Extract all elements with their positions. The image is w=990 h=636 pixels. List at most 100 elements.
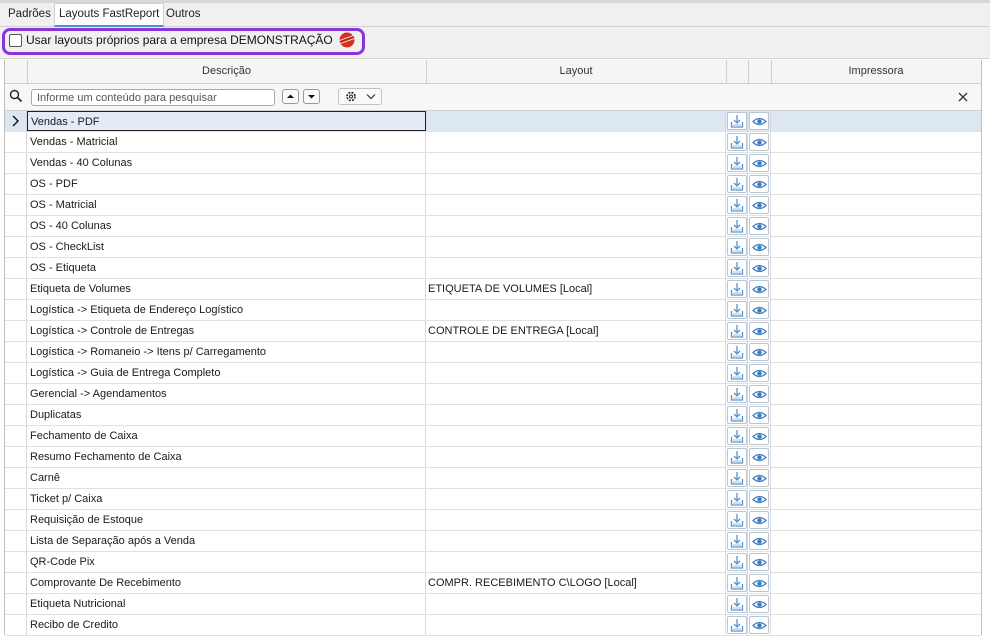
table-row[interactable]: Logística -> Guia de Entrega Completo [5, 363, 981, 384]
cell-descricao[interactable]: Vendas - PDF [27, 111, 426, 131]
cell-descricao[interactable]: Logística -> Etiqueta de Endereço Logíst… [27, 300, 426, 320]
download-tray-icon[interactable] [727, 574, 747, 592]
table-row[interactable]: OS - CheckList [5, 237, 981, 258]
header-action-2[interactable] [748, 60, 772, 83]
cell-impressora[interactable] [771, 237, 981, 257]
header-impressora[interactable]: Impressora [771, 60, 981, 83]
header-action-1[interactable] [726, 60, 749, 83]
download-tray-icon[interactable] [727, 406, 747, 424]
cell-descricao[interactable]: Etiqueta Nutricional [27, 594, 426, 614]
table-row[interactable]: Etiqueta Nutricional [5, 594, 981, 615]
download-tray-icon[interactable] [727, 595, 747, 613]
eye-icon[interactable] [749, 406, 769, 424]
cell-layout[interactable]: ETIQUETA DE VOLUMES [Local] [426, 279, 726, 299]
table-row[interactable]: Vendas - Matricial [5, 132, 981, 153]
cell-impressora[interactable] [771, 594, 981, 614]
cell-descricao[interactable]: Vendas - 40 Colunas [27, 153, 426, 173]
cell-descricao[interactable]: OS - CheckList [27, 237, 426, 257]
cell-descricao[interactable]: Gerencial -> Agendamentos [27, 384, 426, 404]
download-tray-icon[interactable] [727, 364, 747, 382]
cell-layout[interactable] [426, 426, 726, 446]
sort-down-button[interactable] [303, 89, 320, 104]
cell-layout[interactable] [426, 237, 726, 257]
cell-impressora[interactable] [771, 279, 981, 299]
cell-layout[interactable] [426, 594, 726, 614]
cell-layout[interactable] [426, 489, 726, 509]
magnifier-icon[interactable] [9, 89, 23, 106]
download-tray-icon[interactable] [727, 280, 747, 298]
eye-icon[interactable] [749, 112, 769, 130]
tab-outros[interactable]: Outros [162, 3, 205, 25]
eye-icon[interactable] [749, 196, 769, 214]
table-row[interactable]: Gerencial -> Agendamentos [5, 384, 981, 405]
cell-descricao[interactable]: Carnê [27, 468, 426, 488]
table-row[interactable]: Ticket p/ Caixa [5, 489, 981, 510]
cell-layout[interactable] [426, 552, 726, 572]
cell-impressora[interactable] [771, 300, 981, 320]
eye-icon[interactable] [749, 616, 769, 634]
cell-impressora[interactable] [771, 531, 981, 551]
download-tray-icon[interactable] [727, 238, 747, 256]
eye-icon[interactable] [749, 133, 769, 151]
cell-layout[interactable] [426, 216, 726, 236]
cell-impressora[interactable] [771, 195, 981, 215]
cell-layout[interactable] [426, 132, 726, 152]
header-layout[interactable]: Layout [426, 60, 727, 83]
cell-layout[interactable] [426, 384, 726, 404]
table-row[interactable]: Fechamento de Caixa [5, 426, 981, 447]
cell-impressora[interactable] [771, 153, 981, 173]
cell-impressora[interactable] [771, 405, 981, 425]
eye-icon[interactable] [749, 469, 769, 487]
table-row[interactable]: OS - Etiqueta [5, 258, 981, 279]
download-tray-icon[interactable] [727, 154, 747, 172]
eye-icon[interactable] [749, 301, 769, 319]
cell-descricao[interactable]: Vendas - Matricial [27, 132, 426, 152]
cell-layout[interactable] [426, 510, 726, 530]
cell-impressora[interactable] [771, 384, 981, 404]
cell-layout[interactable] [426, 468, 726, 488]
cell-impressora[interactable] [771, 258, 981, 278]
cell-layout[interactable] [426, 405, 726, 425]
table-row[interactable]: Logística -> Etiqueta de Endereço Logíst… [5, 300, 981, 321]
cell-layout[interactable] [426, 300, 726, 320]
cell-descricao[interactable]: Logística -> Romaneio -> Itens p/ Carreg… [27, 342, 426, 362]
cell-layout[interactable] [426, 447, 726, 467]
eye-icon[interactable] [749, 427, 769, 445]
eye-icon[interactable] [749, 238, 769, 256]
cell-layout[interactable] [426, 363, 726, 383]
table-row[interactable]: Logística -> Romaneio -> Itens p/ Carreg… [5, 342, 981, 363]
download-tray-icon[interactable] [727, 553, 747, 571]
download-tray-icon[interactable] [727, 112, 747, 130]
cell-descricao[interactable]: OS - 40 Colunas [27, 216, 426, 236]
own-layouts-label[interactable]: Usar layouts próprios para a empresa DEM… [26, 33, 333, 47]
download-tray-icon[interactable] [727, 217, 747, 235]
download-tray-icon[interactable] [727, 448, 747, 466]
download-tray-icon[interactable] [727, 490, 747, 508]
download-tray-icon[interactable] [727, 259, 747, 277]
download-tray-icon[interactable] [727, 385, 747, 403]
cell-descricao[interactable]: Etiqueta de Volumes [27, 279, 426, 299]
tab-padroes[interactable]: Padrões [4, 3, 55, 25]
cell-impressora[interactable] [771, 615, 981, 635]
table-row[interactable]: OS - PDF [5, 174, 981, 195]
table-row[interactable]: Logística -> Controle de Entregas CONTROL… [5, 321, 981, 342]
cell-impressora[interactable] [771, 216, 981, 236]
cell-impressora[interactable] [771, 321, 981, 341]
cell-impressora[interactable] [771, 426, 981, 446]
download-tray-icon[interactable] [727, 343, 747, 361]
own-layouts-checkbox[interactable] [9, 34, 22, 47]
settings-dropdown-button[interactable] [338, 88, 382, 105]
cell-impressora[interactable] [771, 552, 981, 572]
eye-icon[interactable] [749, 553, 769, 571]
cell-impressora[interactable] [771, 447, 981, 467]
cell-layout[interactable] [426, 174, 726, 194]
table-row[interactable]: QR-Code Pix [5, 552, 981, 573]
table-row[interactable]: OS - 40 Colunas [5, 216, 981, 237]
cell-layout[interactable] [426, 111, 726, 131]
cell-impressora[interactable] [771, 132, 981, 152]
table-row[interactable]: Comprovante De Recebimento COMPR. RECEBIM… [5, 573, 981, 594]
table-row[interactable]: Recibo de Credito [5, 615, 981, 636]
search-input[interactable] [31, 89, 275, 106]
cell-descricao[interactable]: Requisição de Estoque [27, 510, 426, 530]
header-descricao[interactable]: Descrição [27, 60, 427, 83]
